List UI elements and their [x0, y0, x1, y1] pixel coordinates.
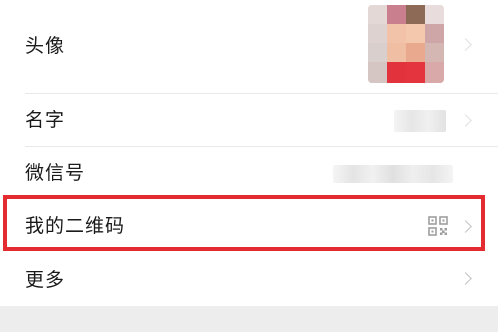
footer-spacer — [0, 306, 498, 332]
chevron-right-icon — [459, 38, 472, 51]
name-row[interactable]: 名字 — [0, 94, 498, 146]
chevron-right-icon — [459, 272, 472, 285]
wechat-id-value — [333, 165, 453, 183]
avatar-label: 头像 — [25, 35, 66, 57]
wechat-id-label: 微信号 — [25, 162, 86, 184]
more-row[interactable]: 更多 — [0, 252, 498, 306]
wechat-id-row[interactable]: 微信号 — [0, 147, 498, 195]
avatar-row[interactable]: 头像 — [0, 0, 498, 93]
chevron-right-icon — [459, 114, 472, 127]
name-value — [394, 110, 446, 132]
name-label: 名字 — [25, 109, 66, 131]
qr-code-highlight-box — [3, 195, 485, 251]
avatar — [368, 5, 444, 83]
more-label: 更多 — [25, 269, 66, 291]
